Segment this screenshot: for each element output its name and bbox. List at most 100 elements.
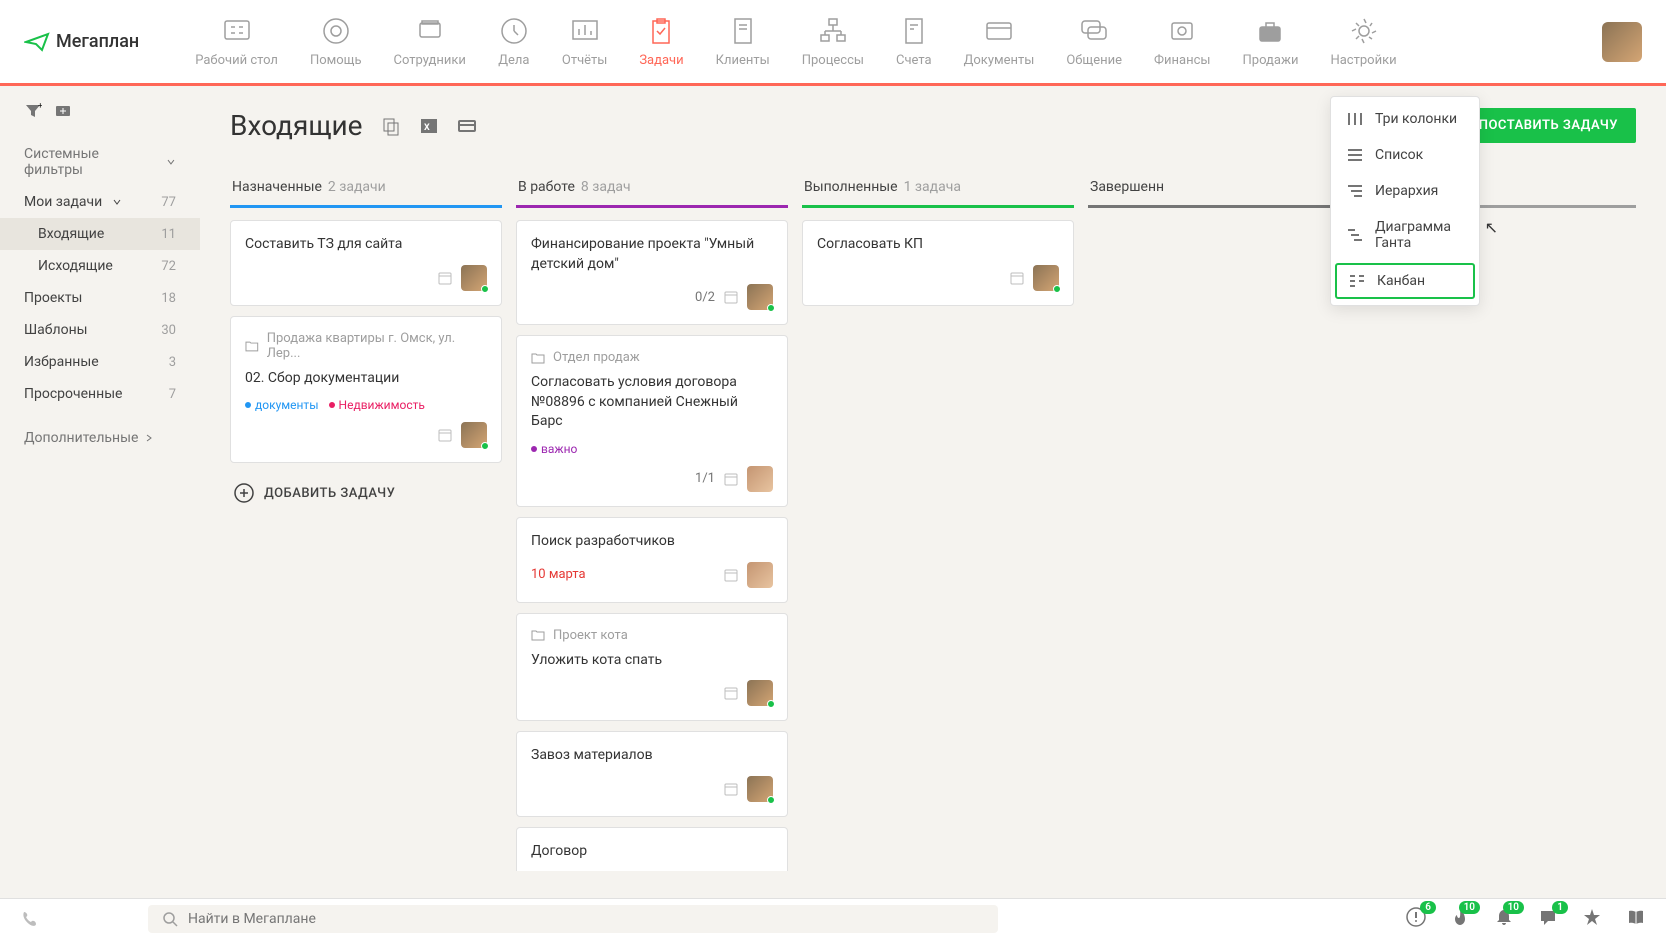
- star-icon[interactable]: [1582, 907, 1602, 931]
- logo-icon: [24, 32, 50, 52]
- column-header: Завершенн: [1088, 171, 1360, 208]
- assignee-avatar: [1033, 265, 1059, 291]
- calendar-icon: [723, 781, 739, 797]
- nav-reports[interactable]: Отчёты: [546, 15, 623, 68]
- nav-clients[interactable]: Клиенты: [700, 15, 786, 68]
- card-icon[interactable]: [457, 116, 477, 136]
- gantt-icon: [1347, 228, 1363, 242]
- view-kanban[interactable]: Канбан: [1335, 263, 1475, 299]
- column-completed: Завершенн: [1088, 171, 1360, 871]
- calendar-icon: [723, 289, 739, 305]
- create-task-button[interactable]: ПОСТАВИТЬ ЗАДАЧУ: [1461, 108, 1636, 143]
- documents-icon: [983, 15, 1015, 47]
- nav-documents[interactable]: Документы: [948, 15, 1051, 68]
- card-title: Завоз материалов: [531, 746, 773, 766]
- add-task-button[interactable]: ДОБАВИТЬ ЗАДАЧУ: [230, 473, 502, 513]
- calendar-icon: [723, 471, 739, 487]
- nav-finance[interactable]: Финансы: [1138, 15, 1227, 68]
- assignee-avatar: [747, 776, 773, 802]
- column-assigned: Назначенные2 задачи Составить ТЗ для сай…: [230, 171, 502, 871]
- message-icon[interactable]: 1: [1538, 907, 1558, 931]
- card-date: 10 марта: [531, 567, 586, 582]
- card-title: Согласовать условия договора №08896 с ко…: [531, 373, 773, 432]
- search-box[interactable]: [148, 905, 998, 933]
- top-navigation: Мегаплан Рабочий стол Помощь Сотрудники …: [0, 0, 1666, 86]
- task-card[interactable]: Отдел продаж Согласовать условия договор…: [516, 335, 788, 507]
- view-gantt[interactable]: Диаграмма Ганта: [1331, 209, 1479, 261]
- kanban-icon: [1349, 274, 1365, 288]
- calendar-icon: [723, 567, 739, 583]
- task-card[interactable]: Договор 1/1: [516, 827, 788, 871]
- nav-desktop[interactable]: Рабочий стол: [179, 15, 294, 68]
- assignee-avatar: [747, 562, 773, 588]
- task-card[interactable]: Завоз материалов: [516, 731, 788, 817]
- bell-icon[interactable]: 10: [1494, 907, 1514, 931]
- filter-icon[interactable]: +: [24, 102, 42, 120]
- card-title: 02. Сбор документации: [245, 369, 487, 389]
- task-card[interactable]: Составить ТЗ для сайта: [230, 220, 502, 306]
- finance-icon: [1166, 15, 1198, 47]
- sidebar-favorites[interactable]: Избранные 3: [0, 346, 200, 378]
- content-area: Входящие X ▾ ПОСТАВИТЬ ЗАДАЧУ Три колонк…: [200, 86, 1666, 898]
- invoices-icon: [898, 15, 930, 47]
- nav-invoices[interactable]: Счета: [880, 15, 948, 68]
- phone-icon[interactable]: [20, 910, 38, 928]
- main-nav: Рабочий стол Помощь Сотрудники Дела Отчё…: [179, 15, 1602, 68]
- nav-chat[interactable]: Общение: [1050, 15, 1138, 68]
- fire-icon[interactable]: 10: [1450, 907, 1470, 931]
- card-progress: 0/2: [695, 290, 715, 305]
- task-card[interactable]: Продажа квартиры г. Омск, ул. Лер... 02.…: [230, 316, 502, 464]
- view-list[interactable]: Список: [1331, 137, 1479, 173]
- desktop-icon: [221, 15, 253, 47]
- tag: важно: [531, 442, 577, 456]
- calendar-icon: [723, 685, 739, 701]
- excel-icon[interactable]: X: [419, 116, 439, 136]
- user-avatar[interactable]: [1602, 22, 1642, 62]
- content-header: Входящие X ▾ ПОСТАВИТЬ ЗАДАЧУ Три колонк…: [230, 108, 1636, 143]
- tag: документы: [245, 398, 319, 412]
- task-card[interactable]: Проект кота Уложить кота спать: [516, 613, 788, 722]
- view-three-columns[interactable]: Три колонки: [1331, 101, 1479, 137]
- nav-help[interactable]: Помощь: [294, 15, 378, 68]
- nav-deals[interactable]: Дела: [482, 15, 546, 68]
- sidebar: + Системные фильтры Мои задачи 77 Входящ…: [0, 86, 200, 898]
- nav-settings[interactable]: Настройки: [1314, 15, 1412, 68]
- assignee-avatar: [461, 422, 487, 448]
- hierarchy-icon: [1347, 184, 1363, 198]
- nav-processes[interactable]: Процессы: [786, 15, 880, 68]
- sidebar-projects[interactable]: Проекты 18: [0, 282, 200, 314]
- copy-icon[interactable]: [381, 116, 401, 136]
- processes-icon: [817, 15, 849, 47]
- card-folder: Продажа квартиры г. Омск, ул. Лер...: [245, 331, 487, 361]
- nav-sales[interactable]: Продажи: [1227, 15, 1315, 68]
- chevron-down-icon: [112, 197, 122, 207]
- book-icon[interactable]: [1626, 907, 1646, 931]
- logo[interactable]: Мегаплан: [24, 31, 139, 52]
- task-card[interactable]: Финансирование проекта "Умный детский до…: [516, 220, 788, 325]
- card-tags: важно: [531, 442, 773, 456]
- tag: Недвижимость: [329, 398, 425, 412]
- add-filter-icon[interactable]: [54, 102, 72, 120]
- plus-circle-icon: [234, 483, 254, 503]
- chevron-down-icon: [166, 157, 176, 167]
- nav-employees[interactable]: Сотрудники: [378, 15, 482, 68]
- clients-icon: [727, 15, 759, 47]
- view-hierarchy[interactable]: Иерархия: [1331, 173, 1479, 209]
- task-card[interactable]: Согласовать КП: [802, 220, 1074, 306]
- card-title: Финансирование проекта "Умный детский до…: [531, 235, 773, 274]
- sidebar-system-filters[interactable]: Системные фильтры: [0, 138, 200, 186]
- logo-text: Мегаплан: [56, 31, 139, 52]
- nav-tasks[interactable]: Задачи: [623, 15, 699, 68]
- sidebar-templates[interactable]: Шаблоны 30: [0, 314, 200, 346]
- sidebar-inbox[interactable]: Входящие 11: [0, 218, 200, 250]
- card-tags: документы Недвижимость: [245, 398, 487, 412]
- badge: 6: [1420, 901, 1436, 914]
- sidebar-my-tasks[interactable]: Мои задачи 77: [0, 186, 200, 218]
- search-input[interactable]: [188, 911, 984, 927]
- sidebar-overdue[interactable]: Просроченные 7: [0, 378, 200, 410]
- view-menu: Три колонки Список Иерархия Диаграмма Га…: [1330, 96, 1480, 306]
- task-card[interactable]: Поиск разработчиков 10 марта: [516, 517, 788, 603]
- sidebar-additional[interactable]: Дополнительные: [0, 422, 200, 454]
- sidebar-outbox[interactable]: Исходящие 72: [0, 250, 200, 282]
- alerts-icon[interactable]: 6: [1406, 907, 1426, 931]
